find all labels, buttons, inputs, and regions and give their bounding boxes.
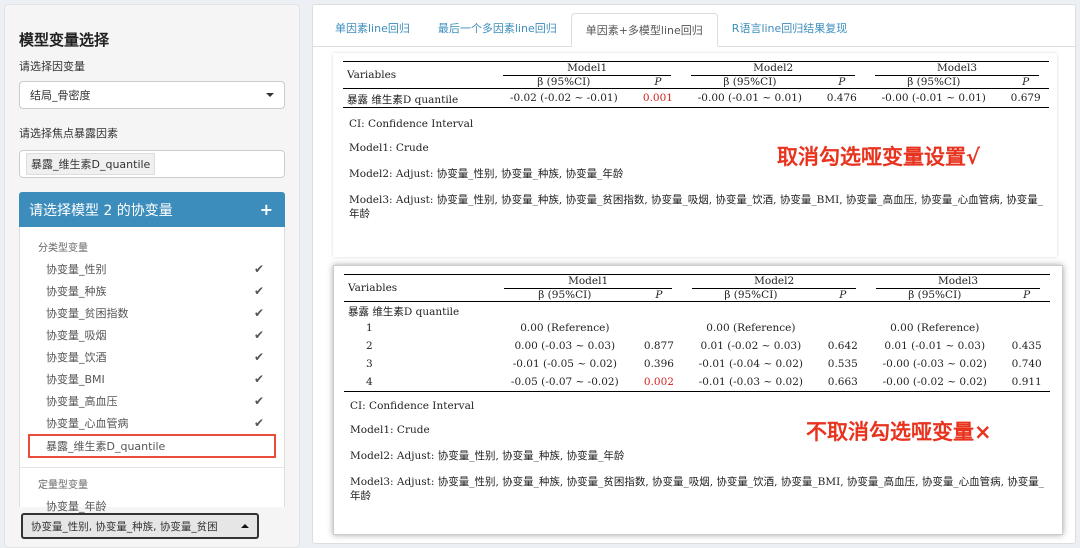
beta-header: β (95%CI) (493, 76, 635, 89)
check-icon: ✔ (253, 394, 264, 408)
note-model3: Model3: Adjust: 协变量_性别, 协变量_种族, 协变量_贫困指数… (349, 194, 1043, 220)
variables-header: Variables (344, 274, 494, 302)
model1-header: Model1 (494, 274, 683, 289)
tab-univariate-multimodel[interactable]: 单因素+多模型line回归 (570, 13, 718, 47)
covariate-option-highlighted[interactable]: 暴露_维生素D_quantile (28, 434, 276, 458)
beta-header: β (95%CI) (682, 289, 820, 302)
dependent-variable-value: 结局_骨密度 (30, 89, 91, 102)
model3-header: Model3 (865, 61, 1049, 76)
annotation-bottom: 不取消勾选哑变量× (806, 420, 992, 444)
table-row: 暴露 维生素D quantile (344, 302, 1050, 320)
covariate-select-value: 协变量_性别, 协变量_种族, 协变量_贫困 (31, 520, 218, 533)
exposure-label: 请选择焦点暴露因素 (19, 127, 118, 140)
variables-header: Variables (343, 61, 493, 89)
covariate-option[interactable]: 协变量_高血压 ✔ (20, 390, 284, 412)
regression-table-1: Variables Model1 Model2 Model3 β (95%CI)… (343, 61, 1049, 108)
tab-r-reproduce[interactable]: R语言line回归结果复现 (718, 12, 862, 46)
beta-header: β (95%CI) (866, 289, 1004, 302)
covariate-panel-title: 请选择模型 2 的协变量 (29, 202, 173, 219)
main-panel: 单因素line回归 最后一个多因素line回归 单因素+多模型line回归 R语… (312, 4, 1076, 544)
note-ci: CI: Confidence Interval (350, 399, 475, 412)
covariate-option[interactable]: 协变量_BMI ✔ (20, 368, 284, 390)
numeric-group-label: 定量型变量 (38, 480, 88, 491)
check-icon: ✔ (253, 350, 264, 364)
model2-header: Model2 (682, 274, 867, 289)
table-row: 1 0.00 (Reference) 0.00 (Reference) 0.00… (366, 322, 980, 334)
table-row: 2 0.00 (-0.03 ~ 0.03) 0.877 0.01 (-0.02 ~… (366, 340, 1042, 352)
result-panel-top: Variables Model1 Model2 Model3 β (95%CI)… (333, 53, 1057, 257)
check-icon: ✔ (253, 416, 264, 430)
note-ci: CI: Confidence Interval (349, 118, 474, 130)
annotation-top: 取消勾选哑变量设置√ (777, 145, 981, 169)
sidebar-title: 模型变量选择 (19, 31, 110, 49)
p-header: P (634, 76, 682, 89)
tab-bar: 单因素line回归 最后一个多因素line回归 单因素+多模型line回归 R语… (313, 5, 1075, 47)
result-panel-bottom: Variables Model1 Model2 Model3 β (95%CI)… (333, 265, 1063, 535)
chevron-down-icon (266, 93, 274, 97)
note-model2: Model2: Adjust: 协变量_性别, 协变量_种族, 协变量_年龄 (350, 449, 625, 462)
exposure-select[interactable]: 暴露_维生素D_quantile (19, 150, 285, 178)
model2-header: Model2 (681, 61, 866, 76)
check-icon: ✔ (253, 284, 264, 298)
exposure-tag[interactable]: 暴露_维生素D_quantile (26, 153, 156, 175)
covariate-option[interactable]: 协变量_吸烟 ✔ (20, 324, 284, 346)
check-icon: ✔ (253, 262, 264, 276)
table-row: 4 -0.05 (-0.07 ~ -0.02) 0.002 -0.01 (-0.0… (344, 373, 1050, 392)
p-header: P (818, 76, 866, 89)
covariate-option[interactable]: 协变量_心血管病 ✔ (20, 412, 284, 434)
covariate-dropdown: 分类型变量 协变量_性别 ✔ 协变量_种族 ✔ 协变量_贫困指数 ✔ 协变量_吸烟 ✔ … (19, 227, 285, 513)
beta-header: β (95%CI) (494, 289, 636, 302)
check-icon: ✔ (253, 372, 264, 386)
covariate-panel-header[interactable]: 请选择模型 2 的协变量 + (19, 192, 285, 227)
model3-header: Model3 (866, 274, 1050, 289)
model1-header: Model1 (493, 61, 682, 76)
exposure-row-label: 暴露 维生素D quantile (343, 88, 493, 108)
table-row: 3 -0.01 (-0.05 ~ 0.02) 0.396 -0.01 (-0.04… (366, 358, 1042, 370)
tab-last-multivariate[interactable]: 最后一个多因素line回归 (424, 12, 571, 46)
divider (20, 467, 284, 468)
beta-header: β (95%CI) (681, 76, 819, 89)
chevron-up-icon (241, 524, 249, 528)
covariate-select-button[interactable]: 协变量_性别, 协变量_种族, 协变量_贫困 (21, 513, 259, 539)
check-icon: ✔ (253, 328, 264, 342)
dependent-variable-select[interactable]: 结局_骨密度 (19, 81, 285, 109)
p-header: P (819, 289, 867, 302)
p-header: P (1002, 76, 1049, 89)
beta-header: β (95%CI) (865, 76, 1003, 89)
check-icon: ✔ (253, 306, 264, 320)
covariate-option[interactable]: 协变量_性别 ✔ (20, 258, 284, 280)
exposure-row-label: 暴露 维生素D quantile (348, 306, 460, 318)
plus-icon[interactable]: + (260, 200, 273, 219)
note-model3: Model3: Adjust: 协变量_性别, 协变量_种族, 协变量_贫困指数… (350, 475, 1044, 502)
p-header: P (1003, 289, 1050, 302)
covariate-option[interactable]: 协变量_种族 ✔ (20, 280, 284, 302)
covariate-option[interactable]: 协变量_饮酒 ✔ (20, 346, 284, 368)
dependent-variable-label: 请选择因变量 (19, 60, 85, 73)
table-row: 暴露 维生素D quantile -0.02 (-0.02 ~ -0.01) 0… (343, 88, 1049, 108)
p-header: P (635, 289, 683, 302)
regression-table-2: Variables Model1 Model2 Model3 β (95%CI)… (344, 274, 1050, 392)
covariate-option[interactable]: 协变量_贫困指数 ✔ (20, 302, 284, 324)
sidebar: 模型变量选择 请选择因变量 结局_骨密度 请选择焦点暴露因素 暴露_维生素D_q… (4, 4, 300, 548)
tab-univariate[interactable]: 单因素line回归 (321, 12, 424, 46)
categorical-group-label: 分类型变量 (38, 243, 88, 254)
